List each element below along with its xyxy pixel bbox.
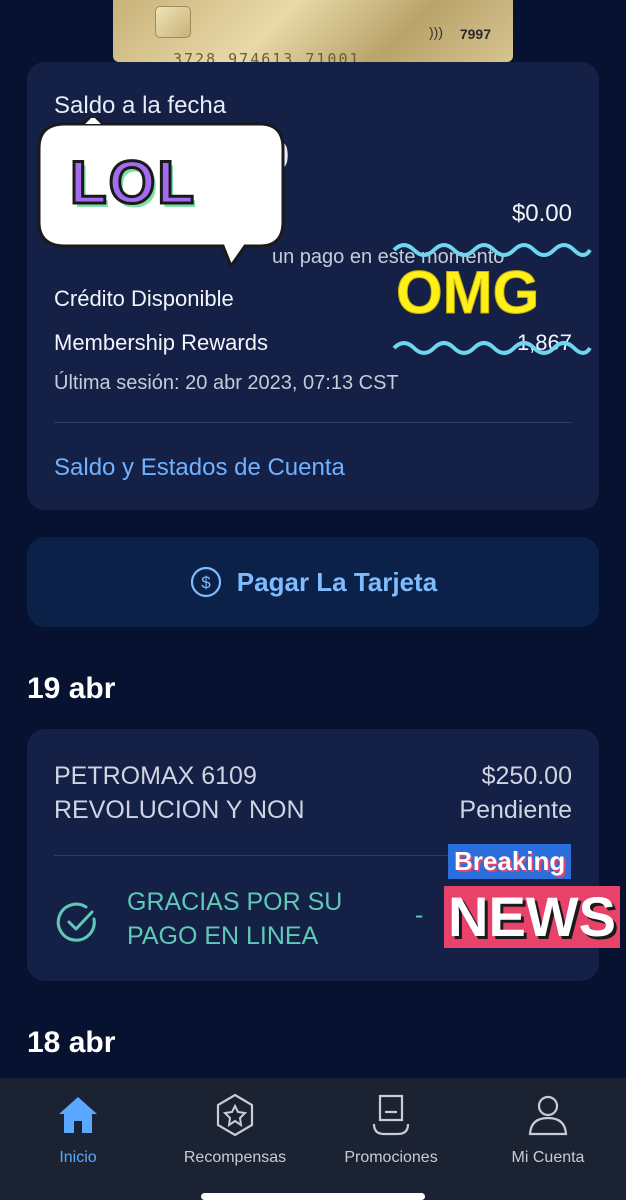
pending-value: $0.00 <box>511 200 572 227</box>
merchant-name: PETROMAX 6109 REVOLUCION Y NON <box>54 759 305 827</box>
status-badge: Pendiente <box>459 796 572 824</box>
nav-label: Recompensas <box>183 1149 287 1166</box>
breaking-label: Breaking <box>448 844 572 879</box>
check-circle-icon <box>56 902 96 942</box>
rewards-label: Membership Rewards <box>54 330 268 355</box>
svg-text:$: $ <box>201 573 211 592</box>
breaking-news-sticker: Breaking NEWS <box>430 838 626 950</box>
star-badge-icon <box>216 1093 254 1137</box>
divider <box>54 422 572 423</box>
card-last4: 7997 <box>459 26 491 42</box>
contactless-icon: ))) <box>429 24 443 40</box>
pay-card-label: Pagar La Tarjeta <box>236 566 438 597</box>
promo-tag-icon <box>372 1094 410 1136</box>
pay-card-button[interactable]: $ Pagar La Tarjeta <box>27 537 599 627</box>
nav-label: Mi Cuenta <box>511 1149 585 1166</box>
dollar-circle-icon: $ <box>190 566 221 598</box>
merchant-line1: PETROMAX 6109 <box>54 762 257 790</box>
card-image[interactable]: ))) 7997 3728 974613 71001 <box>113 0 513 62</box>
card-number: 3728 974613 71001 <box>173 50 361 62</box>
lol-sticker: LOL <box>69 148 196 218</box>
omg-sticker: OMG <box>395 259 540 327</box>
nav-item-home[interactable]: Inicio <box>8 1092 148 1167</box>
available-credit-label: Crédito Disponible <box>54 286 234 311</box>
statements-link[interactable]: Saldo y Estados de Cuenta <box>54 454 345 482</box>
last-session: Última sesión: 20 abr 2023, 07:13 CST <box>54 372 399 394</box>
nav-label: Inicio <box>59 1149 97 1166</box>
nav-item-promotions[interactable]: Promociones <box>321 1092 461 1167</box>
home-icon <box>59 1097 97 1133</box>
date-header: 19 abr <box>27 672 116 705</box>
transaction-amount: $250.00 Pendiente <box>459 759 572 827</box>
user-icon <box>528 1095 568 1136</box>
news-label: NEWS <box>444 886 620 948</box>
nav-item-rewards[interactable]: Recompensas <box>165 1092 305 1167</box>
merchant-line2: REVOLUCION Y NON <box>54 796 305 824</box>
desc-line1: GRACIAS POR SU <box>127 888 343 916</box>
nav-label: Promociones <box>344 1149 438 1166</box>
amount-value: $250.00 <box>481 762 572 790</box>
payment-description: GRACIAS POR SU PAGO EN LINEA <box>127 885 342 953</box>
bottom-nav: Inicio Recompensas Promociones Mi Cuenta <box>0 1078 626 1200</box>
nav-item-account[interactable]: Mi Cuenta <box>478 1092 618 1167</box>
chip-icon <box>155 6 191 38</box>
home-indicator <box>201 1193 425 1200</box>
payment-amount: - <box>415 901 424 929</box>
desc-line2: PAGO EN LINEA <box>127 922 319 950</box>
date-header: 18 abr <box>27 1026 116 1059</box>
balance-title: Saldo a la fecha <box>54 92 227 119</box>
